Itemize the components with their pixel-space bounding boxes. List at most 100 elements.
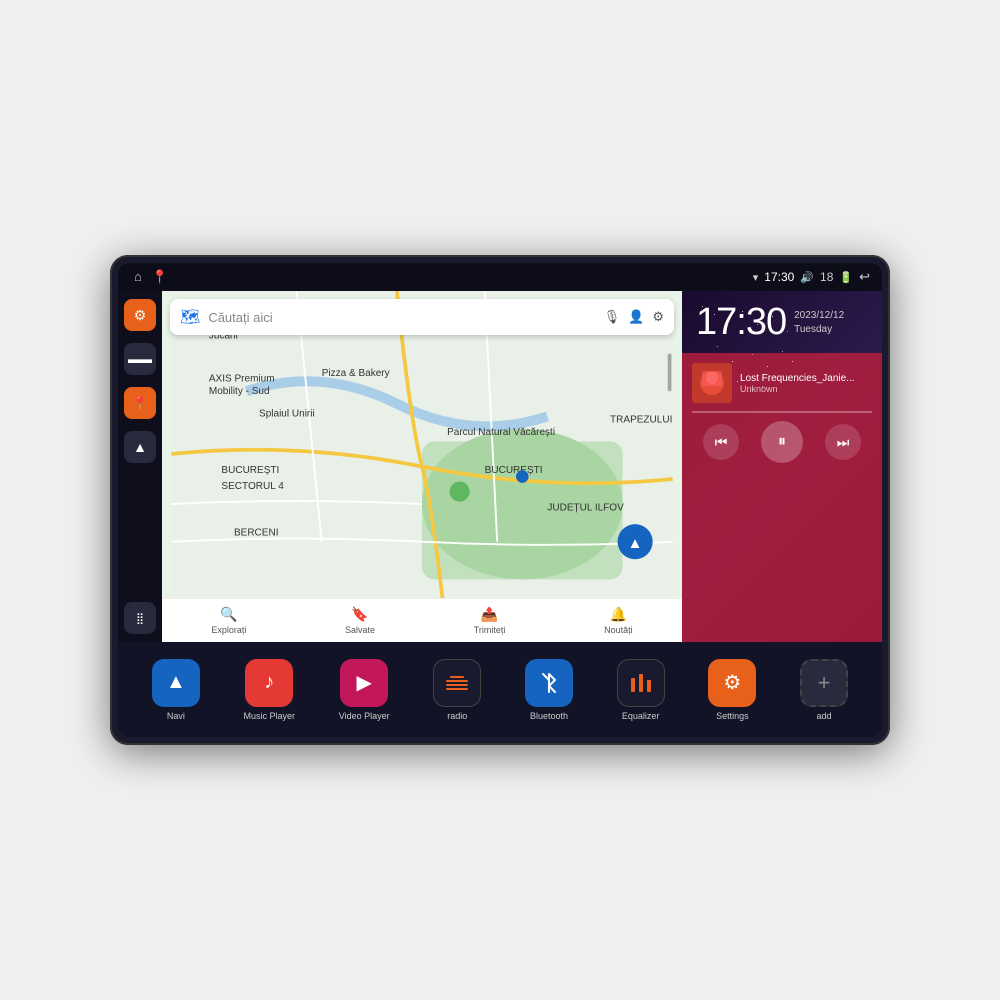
app-bluetooth-label: Bluetooth	[530, 711, 568, 721]
app-navi[interactable]: ▲ Navi	[152, 659, 200, 721]
map-explore-btn[interactable]: 🔍 Explorați	[211, 606, 246, 635]
back-icon[interactable]: ↩	[859, 269, 870, 285]
app-add[interactable]: + add	[800, 659, 848, 721]
news-icon: 🔔	[610, 606, 627, 623]
navi-symbol: ▲	[166, 671, 186, 694]
svg-text:JUDEȚUL ILFOV: JUDEȚUL ILFOV	[547, 502, 624, 513]
app-radio-label: radio	[447, 711, 467, 721]
status-time: 17:30	[764, 270, 794, 284]
map-container[interactable]: BUCUREȘTI SECTORUL 4 BUCUREȘTI JUDEȚUL I…	[162, 291, 682, 642]
svg-text:TRAPEZULUI: TRAPEZULUI	[610, 415, 672, 426]
files-icon: ▬▬	[128, 352, 152, 366]
clock-time: 17:30	[696, 303, 786, 341]
wifi-icon: ▾	[753, 271, 759, 284]
settings-symbol: ⚙	[723, 670, 741, 695]
svg-text:SECTORUL 4: SECTORUL 4	[221, 481, 284, 492]
music-symbol: ♪	[264, 671, 274, 694]
date-day: Tuesday	[794, 323, 844, 337]
share-icon: 📤	[481, 606, 498, 623]
device-frame: ⌂ 📍 ▾ 17:30 🔊 18 🔋 ↩ ⚙ ▬▬	[110, 255, 890, 745]
clock-section: 17:30 2023/12/12 Tuesday	[682, 291, 882, 353]
clock-date: 2023/12/12 Tuesday	[794, 303, 844, 337]
sidebar-map-btn[interactable]: 📍	[124, 387, 156, 419]
svg-text:BUCUREȘTI: BUCUREȘTI	[485, 465, 543, 476]
next-track-btn[interactable]: ⏭	[825, 424, 861, 460]
music-section: Lost Frequencies_Janie... Unknown ⏮ ⏸	[682, 353, 882, 642]
map-pin-icon: 📍	[131, 395, 148, 412]
nav-icon: ▲	[133, 439, 147, 455]
status-bar: ⌂ 📍 ▾ 17:30 🔊 18 🔋 ↩	[118, 263, 882, 291]
svg-text:BUCUREȘTI: BUCUREȘTI	[221, 465, 279, 476]
music-info: Lost Frequencies_Janie... Unknown	[692, 363, 872, 403]
date-full: 2023/12/12	[794, 309, 844, 323]
app-video-player[interactable]: ▶ Video Player	[339, 659, 390, 721]
music-progress-bar[interactable]	[692, 411, 872, 413]
svg-text:Splaiul Unirii: Splaiul Unirii	[259, 408, 315, 419]
app-equalizer-label: Equalizer	[622, 711, 660, 721]
explore-icon: 🔍	[220, 606, 237, 623]
play-pause-btn[interactable]: ⏸	[761, 421, 803, 463]
map-news-btn[interactable]: 🔔 Noutăți	[604, 606, 633, 635]
video-player-icon: ▶	[340, 659, 388, 707]
battery-icon: 🔋	[839, 271, 853, 284]
device-screen: ⌂ 📍 ▾ 17:30 🔊 18 🔋 ↩ ⚙ ▬▬	[118, 263, 882, 737]
app-radio[interactable]: radio	[433, 659, 481, 721]
album-art	[692, 363, 732, 403]
map-search-bar[interactable]: 🗺 Căutați aici 🎙 👤 ⚙	[170, 299, 674, 335]
video-symbol: ▶	[356, 670, 371, 695]
app-settings[interactable]: ⚙ Settings	[708, 659, 756, 721]
app-dock: ▲ Navi ♪ Music Player ▶ Video Player	[118, 642, 882, 737]
gear-icon: ⚙	[134, 307, 147, 324]
app-navi-label: Navi	[167, 711, 185, 721]
map-mockup: BUCUREȘTI SECTORUL 4 BUCUREȘTI JUDEȚUL I…	[162, 291, 682, 642]
music-controls: ⏮ ⏸ ⏭	[692, 421, 872, 463]
navi-icon: ▲	[152, 659, 200, 707]
home-icon[interactable]: ⌂	[134, 269, 142, 285]
center-content: BUCUREȘTI SECTORUL 4 BUCUREȘTI JUDEȚUL I…	[162, 291, 682, 642]
right-panel: 17:30 2023/12/12 Tuesday	[682, 291, 882, 642]
svg-text:Pizza & Bakery: Pizza & Bakery	[322, 368, 390, 379]
app-video-label: Video Player	[339, 711, 390, 721]
app-music-player[interactable]: ♪ Music Player	[244, 659, 296, 721]
app-bluetooth[interactable]: Bluetooth	[525, 659, 573, 721]
map-search-placeholder: Căutați aici	[208, 310, 595, 325]
google-maps-icon: 🗺	[180, 307, 200, 327]
app-equalizer[interactable]: Equalizer	[617, 659, 665, 721]
app-settings-label: Settings	[716, 711, 749, 721]
svg-text:Parcul Natural Văcărești: Parcul Natural Văcărești	[447, 427, 555, 438]
map-saved-btn[interactable]: 🔖 Salvate	[345, 606, 375, 635]
music-artist: Unknown	[740, 384, 872, 394]
pause-icon: ⏸	[778, 433, 786, 451]
map-share-btn[interactable]: 📤 Trimiteți	[474, 606, 506, 635]
settings-icon[interactable]: ⚙	[652, 309, 664, 325]
sidebar: ⚙ ▬▬ 📍 ▲ ⣿	[118, 291, 162, 642]
battery-num: 18	[820, 270, 833, 284]
music-details: Lost Frequencies_Janie... Unknown	[740, 373, 872, 394]
prev-track-btn[interactable]: ⏮	[703, 424, 739, 460]
radio-icon	[433, 659, 481, 707]
add-symbol: +	[818, 670, 831, 696]
sidebar-files-btn[interactable]: ▬▬	[124, 343, 156, 375]
mic-icon[interactable]: 🎙	[604, 309, 621, 325]
music-title: Lost Frequencies_Janie...	[740, 373, 872, 384]
next-icon: ⏭	[837, 434, 850, 451]
location-icon[interactable]: 📍	[152, 269, 168, 285]
sidebar-nav-btn[interactable]: ▲	[124, 431, 156, 463]
bluetooth-icon	[525, 659, 573, 707]
volume-icon: 🔊	[800, 271, 814, 284]
sidebar-settings-btn[interactable]: ⚙	[124, 299, 156, 331]
equalizer-icon	[617, 659, 665, 707]
svg-text:Mobility - Sud: Mobility - Sud	[209, 386, 270, 397]
prev-icon: ⏮	[715, 434, 728, 451]
add-app-icon: +	[800, 659, 848, 707]
music-player-icon: ♪	[245, 659, 293, 707]
svg-text:AXIS Premium: AXIS Premium	[209, 373, 275, 384]
svg-text:BERCENI: BERCENI	[234, 527, 279, 538]
saved-icon: 🔖	[351, 606, 368, 623]
grid-icon: ⣿	[136, 612, 144, 625]
app-add-label: add	[817, 711, 832, 721]
svg-text:▲: ▲	[628, 535, 643, 552]
account-icon[interactable]: 👤	[628, 309, 644, 325]
sidebar-apps-btn[interactable]: ⣿	[124, 602, 156, 634]
map-bottom-bar: 🔍 Explorați 🔖 Salvate 📤 Trimiteți	[162, 598, 682, 642]
